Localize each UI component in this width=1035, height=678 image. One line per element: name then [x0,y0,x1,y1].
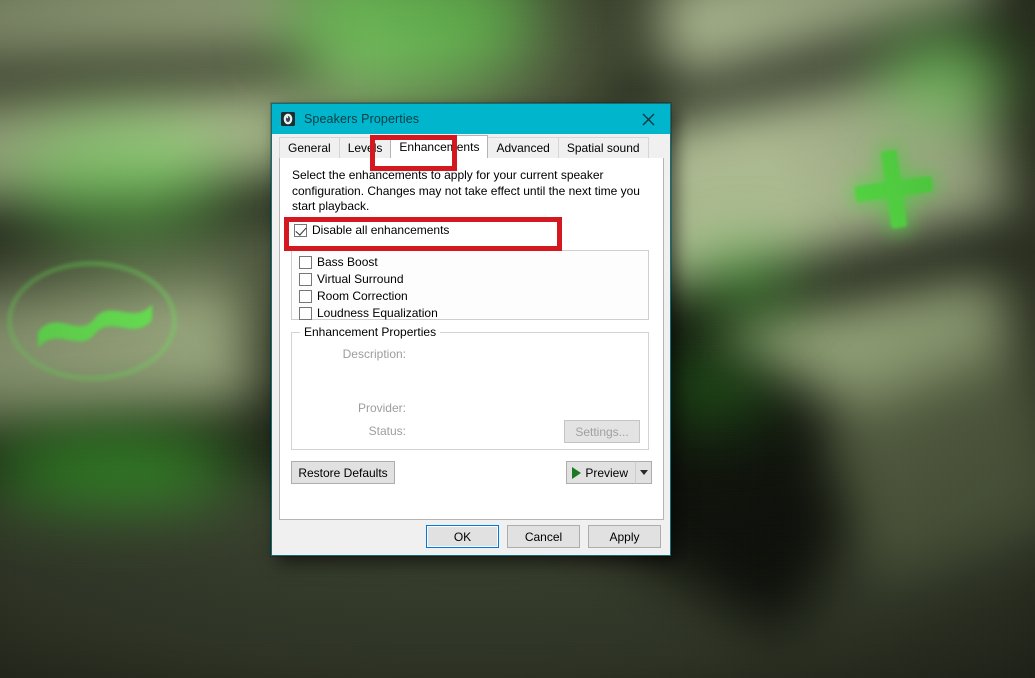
list-item-virtual-surround[interactable]: Virtual Surround [299,272,648,286]
checkbox-icon[interactable] [299,307,312,320]
enhancements-list[interactable]: Bass Boost Virtual Surround Room Correct… [291,250,649,320]
tab-advanced[interactable]: Advanced [487,137,559,158]
tab-levels[interactable]: Levels [338,137,392,158]
checkbox-icon[interactable] [299,290,312,303]
tab-strip: General Levels Enhancements Advanced Spa… [272,134,670,158]
page-description: Select the enhancements to apply for you… [292,168,640,213]
list-item-room-correction[interactable]: Room Correction [299,289,648,303]
list-item-bass-boost[interactable]: Bass Boost [299,255,648,269]
checkbox-icon[interactable] [299,256,312,269]
cancel-button[interactable]: Cancel [507,525,580,548]
enhancements-tab-page: Select the enhancements to apply for you… [279,157,664,520]
settings-button[interactable]: Settings... [564,420,640,443]
tab-general[interactable]: General [279,137,340,158]
close-icon[interactable] [626,104,670,134]
group-title: Enhancement Properties [300,325,441,339]
window-title: Speakers Properties [304,112,420,126]
list-item-label: Loudness Equalization [317,306,438,320]
speaker-icon [280,111,296,127]
backlight-glow-left [10,120,230,240]
restore-defaults-button[interactable]: Restore Defaults [291,461,395,484]
enhancement-properties-group: Enhancement Properties Description: Prov… [291,325,649,450]
disable-all-enhancements-label: Disable all enhancements [312,223,450,237]
list-item-label: Bass Boost [317,255,378,269]
provider-label: Provider: [357,401,406,415]
preview-dropdown-button[interactable] [635,461,652,484]
backlight-glow-right [880,30,1010,120]
checkbox-checked-icon[interactable] [294,224,307,237]
apply-button[interactable]: Apply [588,525,661,548]
preview-button[interactable]: Preview [566,461,635,484]
backlight-glow-far-left [690,250,800,310]
ok-button[interactable]: OK [426,525,499,548]
list-item-label: Virtual Surround [317,272,404,286]
dialog-command-row: OK Cancel Apply [272,518,670,555]
list-item-loudness-equalization[interactable]: Loudness Equalization [299,306,648,320]
chevron-down-icon [639,470,648,475]
preview-label: Preview [585,465,628,480]
status-label: Status: [368,424,406,438]
plus-key-icon [850,145,938,233]
backlight-glow-lower-right [660,360,770,420]
description-label: Description: [342,347,406,361]
play-triangle-icon [572,466,582,479]
title-bar: Speakers Properties [272,104,670,134]
windows-logo-icon [37,304,153,348]
disable-all-enhancements-checkbox[interactable]: Disable all enhancements [294,223,449,237]
list-item-label: Room Correction [317,289,408,303]
tab-enhancements[interactable]: Enhancements [390,135,489,158]
checkbox-icon[interactable] [299,273,312,286]
speakers-properties-dialog: Speakers Properties General Levels Enhan… [271,103,671,556]
tab-spatial-sound[interactable]: Spatial sound [557,137,649,158]
preview-split-button[interactable]: Preview [566,461,652,484]
